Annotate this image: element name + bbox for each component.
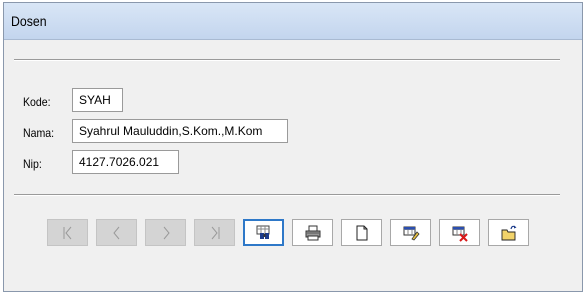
edit-icon bbox=[403, 226, 420, 240]
first-record-icon bbox=[63, 226, 71, 239]
title-bar[interactable]: Dosen bbox=[4, 3, 582, 40]
window-title: Dosen bbox=[11, 13, 47, 29]
previous-record-button[interactable] bbox=[96, 219, 137, 246]
delete-icon bbox=[452, 226, 468, 242]
open-button[interactable] bbox=[488, 219, 529, 246]
nip-label: Nip: bbox=[23, 157, 42, 171]
new-button[interactable] bbox=[341, 219, 382, 246]
nama-input[interactable] bbox=[72, 119, 288, 143]
new-document-icon bbox=[356, 225, 367, 240]
bottom-divider bbox=[14, 194, 560, 196]
next-record-icon bbox=[163, 226, 170, 239]
search-button[interactable] bbox=[243, 219, 284, 246]
top-divider bbox=[14, 59, 560, 61]
delete-button[interactable] bbox=[439, 219, 480, 246]
print-button[interactable] bbox=[292, 219, 333, 246]
next-record-button[interactable] bbox=[145, 219, 186, 246]
kode-input[interactable] bbox=[72, 88, 123, 112]
edit-button[interactable] bbox=[390, 219, 431, 246]
binoculars-icon bbox=[256, 225, 269, 239]
kode-label: Kode: bbox=[23, 95, 51, 109]
first-record-button[interactable] bbox=[47, 219, 88, 246]
last-record-icon bbox=[211, 226, 219, 239]
open-folder-icon bbox=[501, 225, 516, 240]
nip-input[interactable] bbox=[72, 150, 179, 174]
last-record-button[interactable] bbox=[194, 219, 235, 246]
printer-icon bbox=[305, 225, 320, 240]
dosen-window: Dosen Kode: Nama: Nip: bbox=[3, 2, 583, 292]
previous-record-icon bbox=[112, 226, 119, 239]
nama-label: Nama: bbox=[23, 126, 55, 140]
